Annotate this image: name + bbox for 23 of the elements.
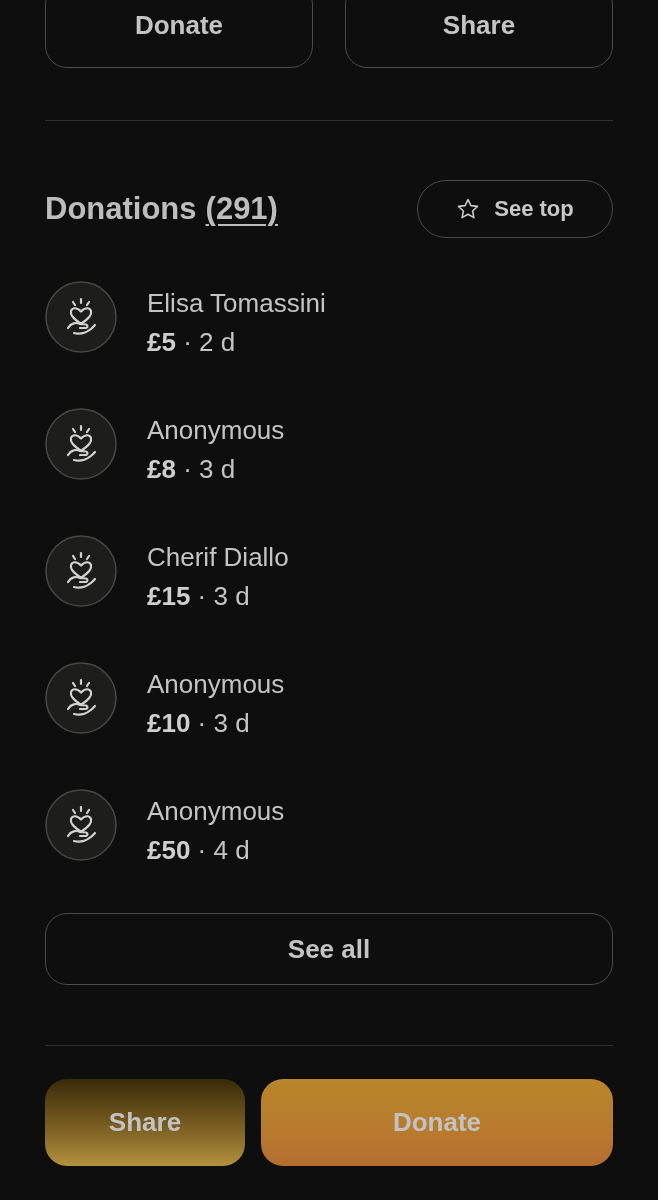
heart-in-hand-icon [45,281,117,353]
donor-name: Anonymous [147,795,285,828]
see-top-button[interactable]: See top [417,180,613,238]
share-button[interactable]: Share [45,1079,245,1166]
see-all-button[interactable]: See all [45,913,613,985]
donation-count-link[interactable]: (291) [205,191,278,227]
heart-in-hand-icon [45,662,117,734]
section-title: Donations [45,191,197,227]
heart-in-hand-icon [45,408,117,480]
action-button[interactable]: Donate [45,0,313,68]
donor-name: Elisa Tomassini [147,287,326,320]
donor-name: Cherif Diallo [147,541,289,574]
action-button[interactable]: Share [345,0,613,68]
donation-amount-and-age: £10 · 3 d [147,707,251,740]
donation-amount-and-age: £50 · 4 d [147,834,251,867]
donor-name: Anonymous [147,668,285,701]
donation-amount-and-age: £15 · 3 d [147,580,251,613]
star-icon [456,197,481,221]
heart-in-hand-icon [45,535,117,607]
heart-in-hand-icon [45,789,117,861]
donation-amount-and-age: £8 · 3 d [147,453,237,486]
donation-amount-and-age: £5 · 2 d [147,326,237,359]
donor-name: Anonymous [147,414,285,447]
